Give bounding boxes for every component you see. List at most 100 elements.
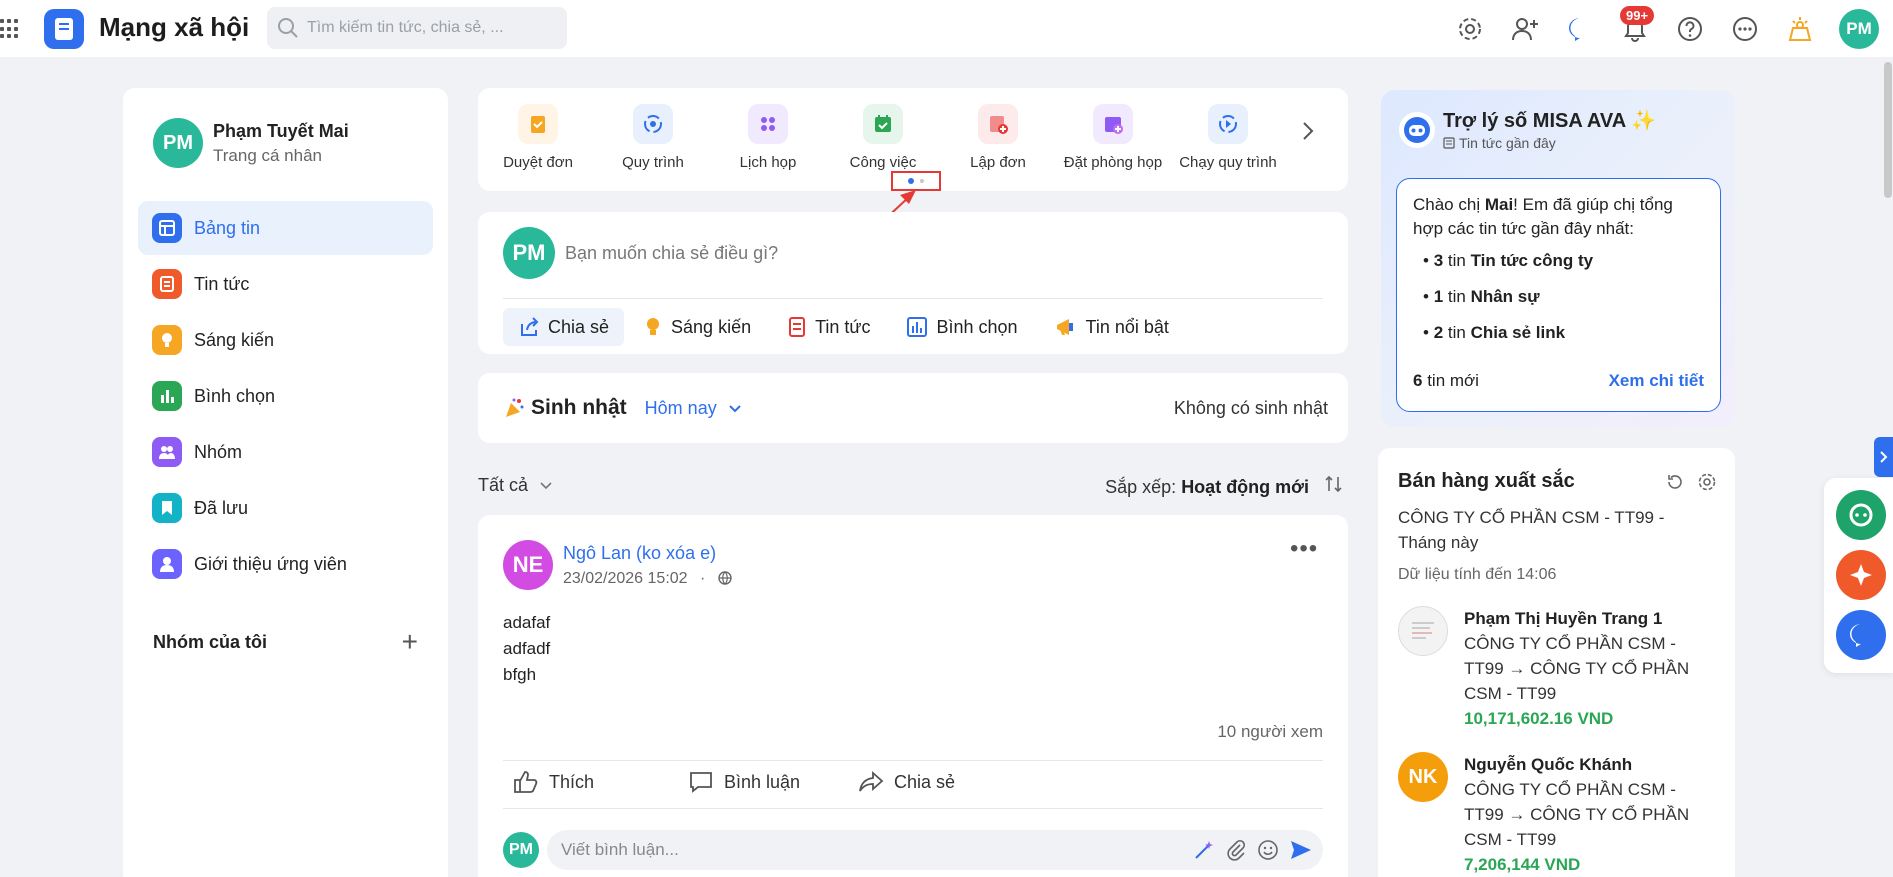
share-arrow-icon <box>859 770 884 792</box>
sidebar-item-news[interactable]: Tin tức <box>138 257 433 311</box>
composer-input[interactable]: PM Bạn muốn chia sẻ điều gì? <box>503 227 778 279</box>
sort-dropdown[interactable]: Sắp xếp: Hoạt động mới <box>1105 475 1344 498</box>
more-icon[interactable] <box>1728 12 1762 46</box>
comment-row: PM Viết bình luận... <box>503 830 1323 870</box>
birthday-period-dropdown[interactable]: Hôm nay <box>645 398 742 419</box>
feed-filter-dropdown[interactable]: Tất cả <box>478 475 553 498</box>
app-logo[interactable] <box>44 9 84 49</box>
quick-app-label: Công việc <box>849 154 917 171</box>
comment-input[interactable]: Viết bình luận... <box>547 830 1323 870</box>
chevron-right-icon[interactable] <box>1301 118 1315 149</box>
user-avatar[interactable]: PM <box>1839 9 1879 49</box>
seller-amount: 7,206,144 VND <box>1464 855 1581 874</box>
profile-subtitle: Trang cá nhân <box>213 145 322 165</box>
settings-icon[interactable] <box>1697 472 1717 492</box>
sidebar-item-ideas[interactable]: Sáng kiến <box>138 313 433 367</box>
quick-app-label: Lập đơn <box>970 154 1026 171</box>
messenger-icon[interactable] <box>1836 610 1886 660</box>
add-user-icon[interactable] <box>1508 12 1542 46</box>
search-box[interactable] <box>267 7 567 49</box>
assistant-item[interactable]: • 1 tin Nhân sự <box>1423 285 1704 309</box>
news-button[interactable]: Tin tức <box>770 308 887 346</box>
book-room-icon <box>1093 104 1133 144</box>
attachment-icon[interactable] <box>1225 839 1247 861</box>
comment-icon <box>690 772 712 793</box>
highlight-button[interactable]: Tin nổi bật <box>1037 308 1186 346</box>
top-sales-updated: Dữ liệu tính đến 14:06 <box>1398 566 1557 583</box>
assistant-item[interactable]: • 2 tin Chia sẻ link <box>1423 321 1704 345</box>
robot-icon <box>1399 111 1435 148</box>
refresh-icon[interactable] <box>1665 472 1685 492</box>
birthday-card: Sinh nhật Hôm nay Không có sinh nhật <box>478 373 1348 443</box>
post-author[interactable]: Ngô Lan (ko xóa e) <box>563 543 732 564</box>
quick-app-tasks[interactable]: Công việc <box>828 104 938 171</box>
quick-app-process[interactable]: Quy trình <box>598 104 708 171</box>
quick-app-label: Chạy quy trình <box>1179 154 1277 171</box>
add-group-plus-icon[interactable]: + <box>402 628 418 656</box>
ai-sparkle-icon[interactable] <box>1836 550 1886 600</box>
seller-avatar <box>1398 606 1448 656</box>
search-icon <box>278 18 298 38</box>
newsfeed-icon <box>152 213 182 243</box>
seller-name: Phạm Thị Huyền Trang 1 <box>1464 609 1663 628</box>
magic-wand-icon[interactable] <box>1193 839 1215 861</box>
view-details-link[interactable]: Xem chi tiết <box>1609 369 1704 393</box>
quick-app-approve[interactable]: Duyệt đơn <box>483 104 593 171</box>
quick-app-label: Lịch họp <box>739 154 797 171</box>
group-icon <box>152 437 182 467</box>
assistant-item[interactable]: • 3 tin Tin tức công ty <box>1423 249 1704 273</box>
birthday-title: Sinh nhật <box>531 396 627 419</box>
sidebar-item-newsfeed[interactable]: Bảng tin <box>138 201 433 255</box>
quick-app-label: Đặt phòng họp <box>1063 154 1163 171</box>
seller-row[interactable]: Phạm Thị Huyền Trang 1 CÔNG TY CỔ PHẦN C… <box>1398 606 1718 731</box>
chat-icon[interactable] <box>1563 12 1597 46</box>
avatar: PM <box>153 118 203 168</box>
sort-icon <box>1325 475 1342 493</box>
run-process-icon <box>1208 104 1248 144</box>
quick-app-meeting[interactable]: Lịch họp <box>713 104 823 171</box>
settings-icon[interactable] <box>1453 12 1487 46</box>
pagination-dot[interactable] <box>920 179 924 183</box>
chevron-right-icon <box>1879 451 1887 463</box>
page-scrollbar[interactable] <box>1884 62 1892 198</box>
post-more-icon[interactable]: ••• <box>1290 535 1318 563</box>
avatar[interactable]: NE <box>503 540 553 590</box>
poll-button[interactable]: Bình chọn <box>889 308 1034 346</box>
support-chat-icon[interactable] <box>1836 490 1886 540</box>
pagination-dot-active[interactable] <box>908 178 914 184</box>
quick-app-create-form[interactable]: Lập đơn <box>943 104 1053 171</box>
idea-button[interactable]: Sáng kiến <box>626 308 768 346</box>
share-button[interactable]: Chia sẻ <box>503 308 625 346</box>
my-groups-header: Nhóm của tôi + <box>153 628 418 656</box>
send-icon[interactable] <box>1289 839 1313 861</box>
floating-actions <box>1824 478 1893 673</box>
share-icon <box>521 317 539 336</box>
news-icon <box>789 317 806 337</box>
avatar: PM <box>503 832 539 868</box>
profile-link[interactable]: PM Phạm Tuyết Mai Trang cá nhân <box>153 118 349 168</box>
top-sales-card: Bán hàng xuất sắc CÔNG TY CỔ PHẦN CSM - … <box>1378 448 1735 877</box>
help-icon[interactable] <box>1673 12 1707 46</box>
post-viewers[interactable]: 10 người xem <box>1217 722 1323 742</box>
share-post-button[interactable]: Chia sẻ <box>858 770 955 794</box>
post-composer: PM Bạn muốn chia sẻ điều gì? Chia sẻ Sán… <box>478 212 1348 354</box>
seller-row[interactable]: NK Nguyễn Quốc Khánh CÔNG TY CỔ PHẦN CSM… <box>1398 752 1718 877</box>
meeting-icon <box>748 104 788 144</box>
poll-icon <box>152 381 182 411</box>
quick-app-label: Duyệt đơn <box>503 154 573 171</box>
process-icon <box>633 104 673 144</box>
sidebar-item-polls[interactable]: Bình chọn <box>138 369 433 423</box>
emoji-icon[interactable] <box>1257 839 1279 861</box>
sidebar-item-groups[interactable]: Nhóm <box>138 425 433 479</box>
bookmark-icon <box>152 493 182 523</box>
quick-app-book-room[interactable]: Đặt phòng họp <box>1058 104 1168 171</box>
expand-panel-tab[interactable] <box>1874 437 1893 477</box>
search-input[interactable] <box>307 19 547 37</box>
sidebar-item-saved[interactable]: Đã lưu <box>138 481 433 535</box>
apps-grid-icon[interactable] <box>0 19 20 39</box>
sidebar-item-referral[interactable]: Giới thiệu ứng viên <box>138 537 433 591</box>
like-button[interactable]: Thích <box>513 770 594 794</box>
quick-app-run-process[interactable]: Chạy quy trình <box>1173 104 1283 171</box>
broadcast-icon[interactable] <box>1783 12 1817 46</box>
comment-button[interactable]: Bình luận <box>688 770 800 794</box>
